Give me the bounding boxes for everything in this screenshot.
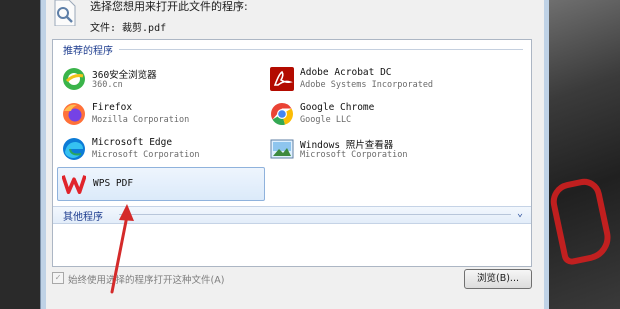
app-publisher: Microsoft Corporation: [92, 150, 200, 160]
file-name: 文件: 裁剪.pdf: [90, 23, 167, 34]
wps-pdf-icon: [62, 175, 86, 194]
browse-button[interactable]: 浏览(B)...: [464, 269, 532, 289]
other-programs-title: 其他程序: [63, 212, 103, 223]
app-item-wps-pdf[interactable]: WPS PDF: [57, 167, 265, 201]
recommended-title: 推荐的程序: [63, 46, 113, 57]
file-search-icon: [54, 0, 76, 26]
divider: [119, 49, 523, 50]
dialog-header: 选择您想用来打开此文件的程序: 文件: 裁剪.pdf: [46, 0, 544, 40]
always-use-option[interactable]: ✓ 始终使用选择的程序打开这种文件(A): [52, 270, 352, 286]
program-list: 推荐的程序 360安全浏览器 360.cn Adobe Acrobat DC A…: [52, 39, 532, 267]
desktop-background: [548, 0, 620, 309]
app-publisher: 360.cn: [92, 80, 123, 90]
app-item-edge[interactable]: Microsoft Edge Microsoft Corporation: [57, 134, 263, 168]
open-with-dialog: 选择您想用来打开此文件的程序: 文件: 裁剪.pdf 推荐的程序 360安全浏览…: [46, 0, 544, 309]
app-name: Google Chrome: [300, 102, 375, 113]
edge-icon: [63, 138, 85, 160]
app-name: Windows 照片查看器: [300, 140, 394, 151]
always-use-checkbox[interactable]: ✓: [52, 272, 64, 284]
app-item-chrome[interactable]: Google Chrome Google LLC: [265, 99, 471, 133]
app-name: WPS PDF: [93, 178, 134, 189]
app-publisher: Adobe Systems Incorporated: [300, 80, 434, 90]
firefox-icon: [63, 103, 85, 125]
chrome-icon: [271, 103, 293, 126]
app-item-acrobat[interactable]: Adobe Acrobat DC Adobe Systems Incorpora…: [265, 64, 471, 98]
app-item-firefox[interactable]: Firefox Mozilla Corporation: [57, 99, 263, 133]
app-name: Microsoft Edge: [92, 137, 173, 148]
360-browser-icon: [63, 68, 85, 90]
recommended-header: 推荐的程序: [53, 40, 531, 57]
app-name: Adobe Acrobat DC: [300, 67, 392, 78]
photo-viewer-icon: [270, 139, 294, 159]
app-publisher: Microsoft Corporation: [300, 150, 408, 160]
app-publisher: Mozilla Corporation: [92, 115, 190, 125]
dialog-prompt: 选择您想用来打开此文件的程序:: [90, 0, 248, 13]
app-item-photo-viewer[interactable]: Windows 照片查看器 Microsoft Corporation: [265, 134, 471, 168]
app-name: Firefox: [92, 102, 133, 113]
divider: [119, 214, 511, 215]
always-use-label: 始终使用选择的程序打开这种文件(A): [68, 275, 225, 286]
chevron-down-icon[interactable]: ⌄: [517, 208, 523, 219]
app-item-360-browser[interactable]: 360安全浏览器 360.cn: [57, 64, 263, 98]
other-programs-header[interactable]: 其他程序 ⌄: [53, 206, 531, 224]
app-name: 360安全浏览器: [92, 70, 157, 81]
acrobat-icon: [270, 67, 294, 91]
app-publisher: Google LLC: [300, 115, 352, 125]
